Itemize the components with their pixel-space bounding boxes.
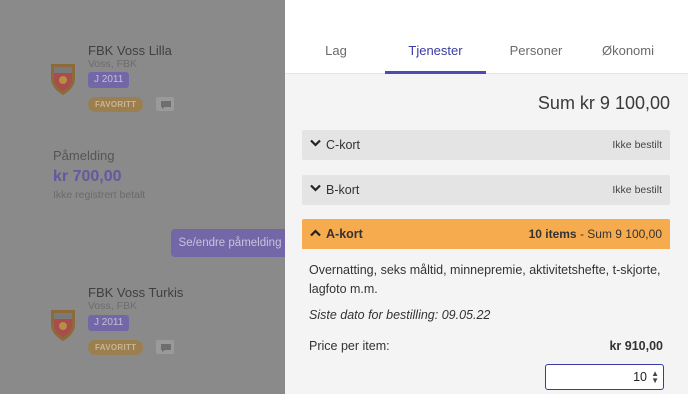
team-name: FBK Voss Turkis [88, 285, 184, 300]
service-title: C-kort [326, 138, 361, 152]
quantity-value: 10 [633, 370, 647, 384]
favorite-badge: FAVORITT [88, 97, 144, 112]
service-a-kort-header[interactable]: A-kort 10 items - Sum 9 100,00 [302, 219, 670, 249]
team-card[interactable]: FBK Voss Lilla Voss, FBK J 2011 FAVORITT [0, 0, 285, 128]
tab-lag[interactable]: Lag [315, 43, 357, 58]
age-group-badge: J 2011 [88, 72, 130, 88]
service-title: B-kort [326, 183, 360, 197]
team-list-background: FBK Voss Lilla Voss, FBK J 2011 FAVORITT… [0, 0, 285, 394]
service-description: Overnatting, seks måltid, minnepremie, a… [309, 263, 661, 296]
club-crest-icon [51, 64, 75, 95]
service-c-kort-header[interactable]: C-kort Ikke bestilt [302, 130, 670, 160]
team-card[interactable]: FBK Voss Turkis Voss, FBK J 2011 FAVORIT… [0, 270, 285, 394]
chevron-down-icon [310, 139, 321, 147]
club-crest-icon [51, 310, 75, 341]
tab-bar: Lag Tjenester Personer Økonomi [285, 0, 688, 74]
service-items-sum: 10 items - Sum 9 100,00 [529, 227, 662, 241]
team-name: FBK Voss Lilla [88, 43, 172, 58]
price-per-item-label: Price per item: [309, 339, 390, 353]
chevron-up-icon [310, 229, 321, 237]
services-sum: Sum kr 9 100,00 [537, 93, 670, 113]
service-title: A-kort [326, 227, 363, 241]
team-club: Voss, FBK [88, 300, 138, 312]
team-club: Voss, FBK [88, 58, 138, 70]
registration-amount: kr 700,00 [53, 168, 122, 185]
tab-personer[interactable]: Personer [503, 43, 569, 58]
items-sum: - Sum 9 100,00 [579, 227, 662, 241]
team-detail-panel: Lag Tjenester Personer Økonomi Sum kr 9 … [285, 0, 688, 394]
service-status: Ikke bestilt [612, 139, 662, 151]
active-tab-indicator [385, 71, 486, 74]
chat-button[interactable] [155, 96, 175, 112]
service-a-kort-body: Overnatting, seks måltid, minnepremie, a… [302, 249, 670, 394]
service-status: Ikke bestilt [612, 184, 662, 196]
quantity-input[interactable]: 10 ▲ ▼ [545, 364, 664, 390]
tab-tjenester[interactable]: Tjenester [385, 43, 486, 58]
service-b-kort-header[interactable]: B-kort Ikke bestilt [302, 175, 670, 205]
tab-okonomi[interactable]: Økonomi [588, 43, 668, 58]
registration-status: Ikke registrert betalt [53, 189, 146, 201]
chat-button[interactable] [155, 339, 175, 355]
chevron-down-icon [310, 184, 321, 192]
chat-bubble-icon [161, 344, 171, 352]
price-per-item-value: kr 910,00 [609, 339, 663, 353]
see-edit-registration-button[interactable]: Se/endre påmelding [171, 229, 285, 257]
spinner-arrows-icon[interactable]: ▲ ▼ [651, 370, 659, 385]
age-group-badge: J 2011 [88, 315, 130, 331]
favorite-badge: FAVORITT [88, 340, 144, 355]
registration-title: Påmelding [53, 148, 115, 163]
items-count: 10 items [528, 227, 577, 241]
chat-bubble-icon [161, 101, 171, 109]
order-deadline: Siste dato for bestilling: 09.05.22 [309, 308, 491, 322]
